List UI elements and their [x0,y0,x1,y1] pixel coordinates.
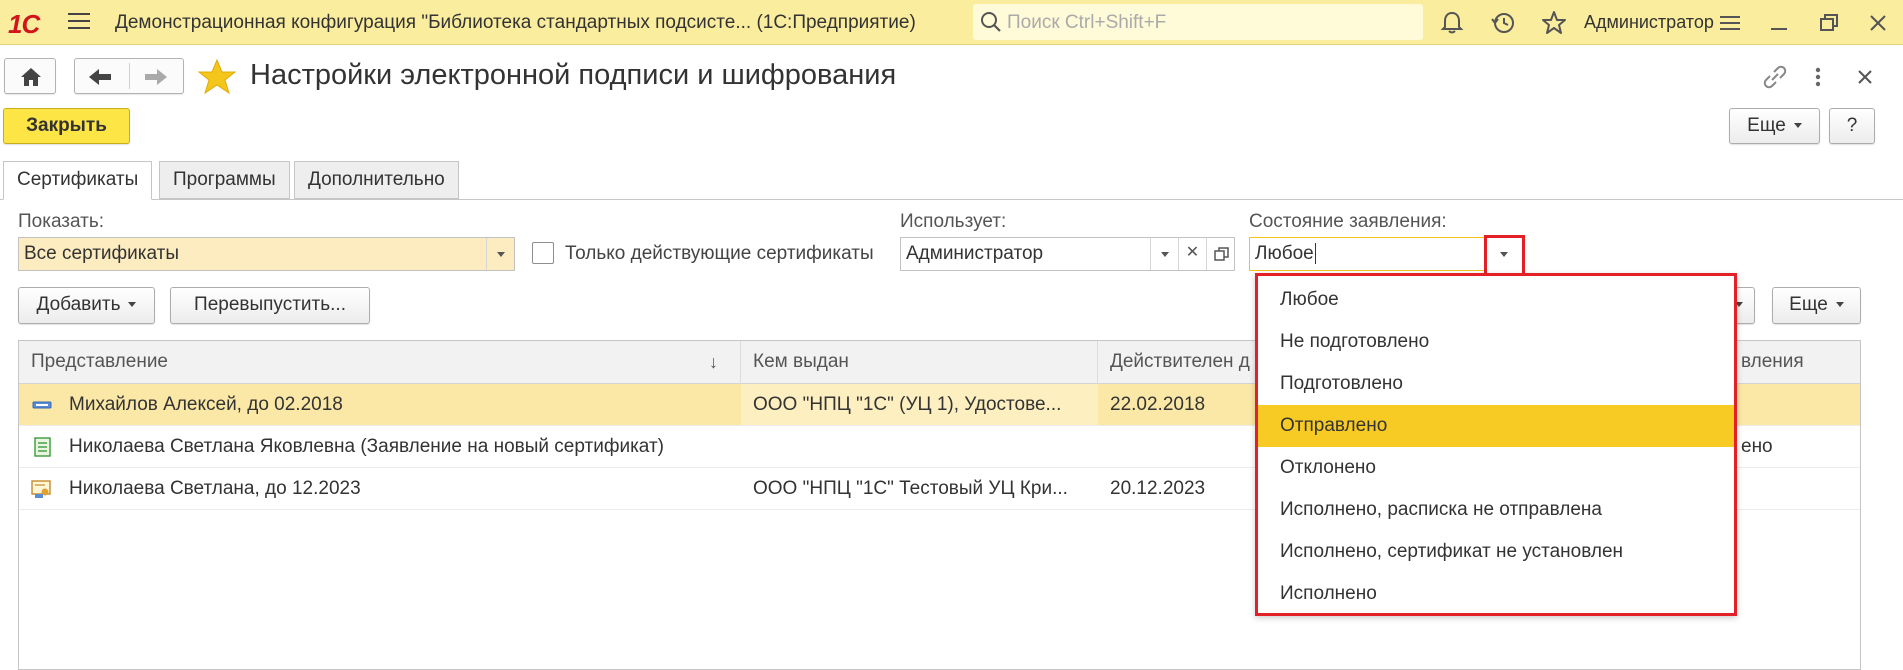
only-valid-checkbox[interactable] [532,242,554,264]
tab-additional[interactable]: Дополнительно [294,161,459,199]
status-filter-value: Любое [1255,243,1314,264]
minimize-icon[interactable] [1765,9,1793,37]
navigation-back-forward-group [74,58,184,94]
dropdown-option-prepared[interactable]: Подготовлено [1258,363,1734,405]
tab-certificates[interactable]: Сертификаты [3,161,153,200]
column-header-presentation-label: Представление [31,351,168,372]
close-window-icon[interactable] [1864,9,1892,37]
settings-list-icon[interactable] [1716,9,1744,37]
row-presentation: Николаева Светлана Яковлевна (Заявление … [69,436,664,457]
dropdown-option-any[interactable]: Любое [1258,279,1734,321]
row-valid-until: 20.12.2023 [1110,478,1206,499]
history-icon[interactable] [1489,9,1517,37]
dropdown-option-done-receipt-not-sent[interactable]: Исполнено, расписка не отправлена [1258,489,1734,531]
back-arrow-icon[interactable] [87,67,113,87]
home-button[interactable] [4,58,56,94]
application-document-icon [34,437,51,457]
search-placeholder: Поиск Ctrl+Shift+F [1007,12,1167,33]
app-header-bar: 1С Демонстрационная конфигурация "Библио… [0,0,1903,45]
add-button-label: Добавить [36,294,121,315]
close-button[interactable]: Закрыть [3,108,130,144]
show-filter-label: Показать: [18,211,105,232]
link-icon[interactable] [1760,62,1790,92]
table-more-button[interactable]: Еще [1772,287,1861,324]
search-icon [981,12,1001,32]
page-title: Настройки электронной подписи и шифрован… [250,59,897,91]
column-header-issuer[interactable]: Кем выдан [741,341,1098,384]
form-more-label: Еще [1747,115,1786,136]
main-menu-icon[interactable] [68,13,90,31]
show-filter-dropdown-button[interactable] [486,238,514,270]
uses-filter-dropdown-button[interactable] [1150,238,1178,270]
show-filter-value: Все сертификаты [24,243,180,264]
1c-logo: 1С [8,9,40,39]
row-presentation: Николаева Светлана, до 12.2023 [69,478,361,499]
global-search-input[interactable]: Поиск Ctrl+Shift+F [973,4,1423,40]
uses-filter-value: Администратор [906,243,1044,264]
chevron-down-icon [1793,123,1802,129]
favorites-star-icon[interactable] [1540,9,1568,37]
certificate-key-icon [32,401,52,409]
row-presentation: Михайлов Алексей, до 02.2018 [69,394,343,415]
dropdown-option-done[interactable]: Исполнено [1258,573,1734,615]
app-title: Демонстрационная конфигурация "Библиотек… [115,12,916,33]
dropdown-option-not-prepared[interactable]: Не подготовлено [1258,321,1734,363]
more-actions-vertical-icon[interactable] [1808,62,1828,92]
row-status: ено [1741,436,1773,457]
restore-window-icon[interactable] [1815,9,1843,37]
table-more-label: Еще [1789,294,1828,315]
dropdown-option-rejected[interactable]: Отклонено [1258,447,1734,489]
status-filter-dropdown-button[interactable] [1484,235,1525,277]
only-valid-checkbox-label[interactable]: Только действующие сертификаты [565,243,874,265]
chevron-down-icon [497,252,505,257]
favorite-star-icon[interactable] [198,59,236,95]
reissue-button[interactable]: Перевыпустить... [170,287,370,324]
column-header-status[interactable]: вления [1729,341,1860,384]
status-dropdown-list: Любое Не подготовлено Подготовлено Отпра… [1255,273,1737,616]
chevron-down-icon [128,302,137,308]
tabs-underline [0,199,1903,200]
certificate-user-icon [31,480,51,498]
row-issuer: ООО "НПЦ "1С" (УЦ 1), Удостове... [741,384,1098,425]
clear-icon[interactable]: ✕ [1178,238,1206,270]
dropdown-option-sent[interactable]: Отправлено [1258,405,1734,447]
status-filter-input[interactable]: Любое [1249,237,1524,271]
tab-programs[interactable]: Программы [159,161,290,199]
close-form-icon[interactable] [1852,64,1878,90]
form-more-button[interactable]: Еще [1729,108,1820,144]
home-icon [21,68,41,86]
uses-filter-label: Использует: [900,211,1007,232]
sort-down-arrow-icon: ↓ [709,352,718,372]
dropdown-option-done-cert-not-installed[interactable]: Исполнено, сертификат не установлен [1258,531,1734,573]
add-button[interactable]: Добавить [18,287,155,324]
chevron-down-icon [1161,252,1169,257]
open-form-icon [1214,247,1229,261]
chevron-down-icon [1500,252,1508,257]
uses-filter-input[interactable]: Администратор ✕ [900,237,1235,271]
open-value-button[interactable] [1206,238,1234,270]
row-issuer: ООО "НПЦ "1С" Тестовый УЦ Кри... [753,478,1068,499]
status-filter-label: Состояние заявления: [1249,211,1447,232]
forward-arrow-icon[interactable] [143,67,169,87]
chevron-down-icon [1835,302,1844,308]
row-valid-until: 22.02.2018 [1110,394,1206,415]
show-filter-select[interactable]: Все сертификаты [18,237,515,271]
current-user-name[interactable]: Администратор [1584,12,1714,33]
notifications-bell-icon[interactable] [1438,9,1466,37]
column-header-presentation[interactable]: Представление ↓ [19,341,741,384]
help-button[interactable]: ? [1829,108,1875,144]
column-header-valid-until[interactable]: Действителен д [1098,341,1258,384]
